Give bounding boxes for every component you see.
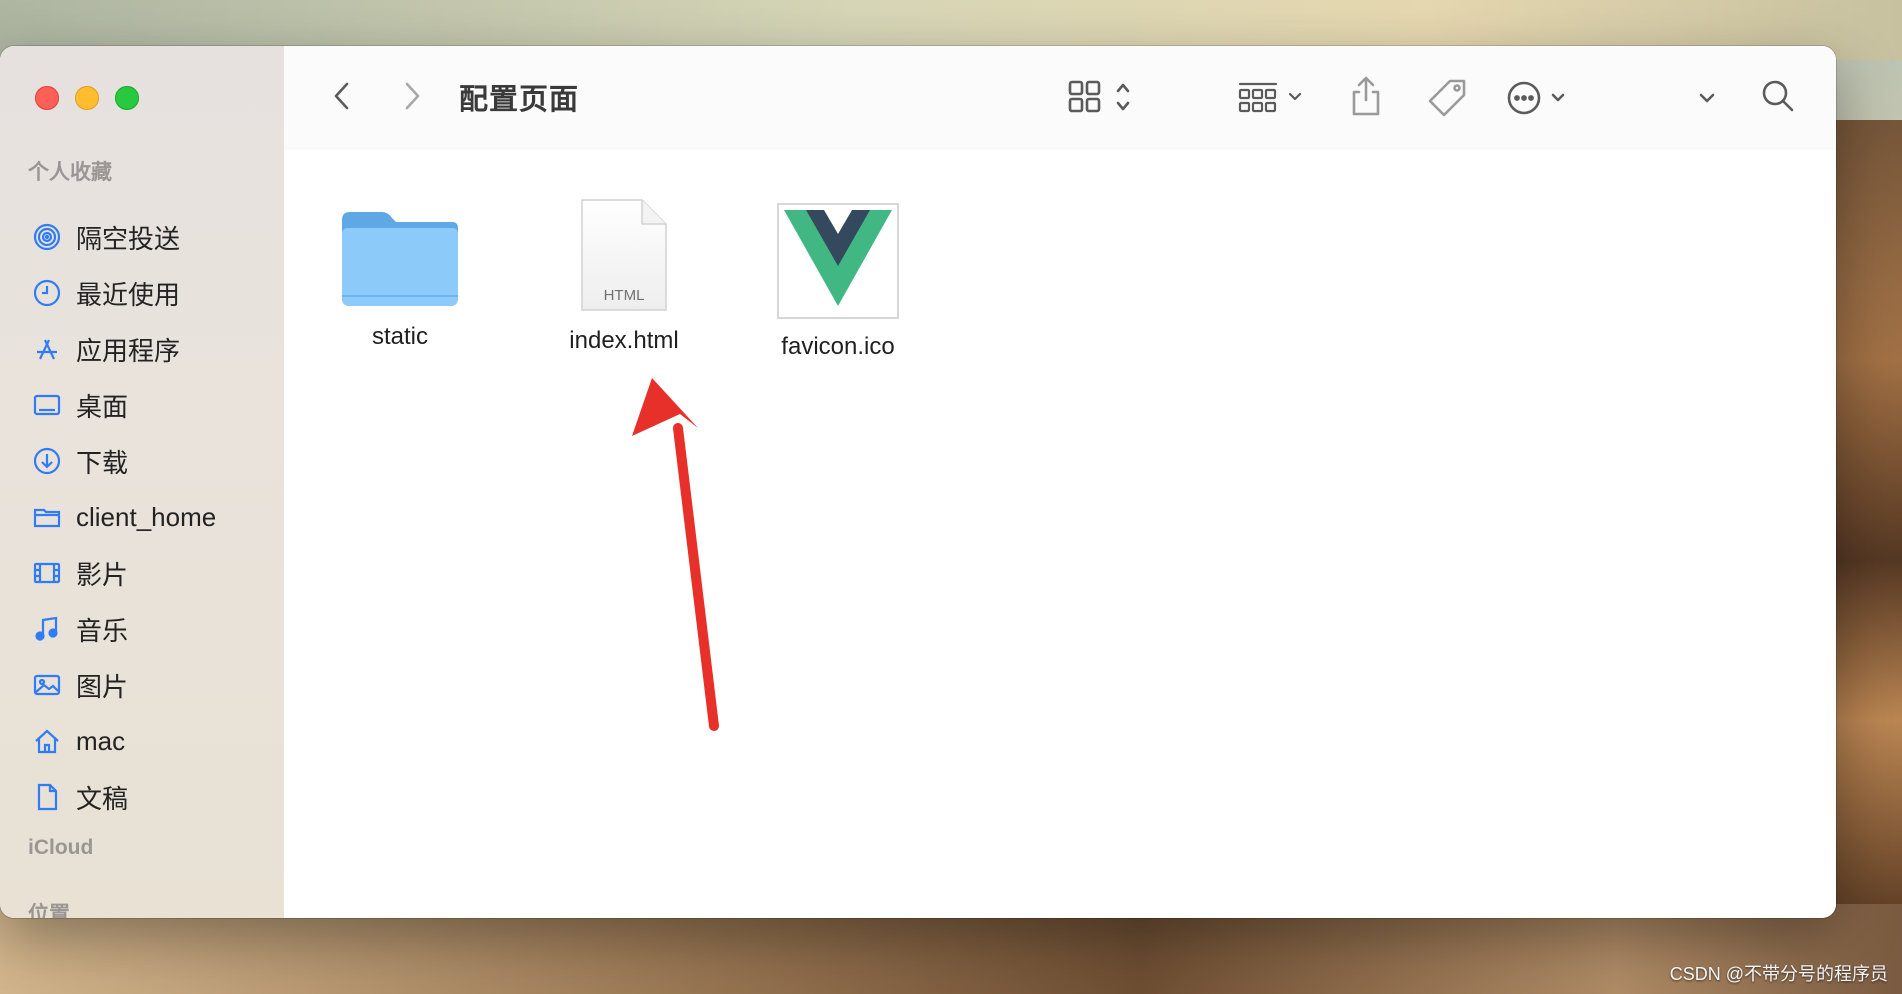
annotation-arrow [632, 378, 719, 731]
watermark: CSDN @不带分号的程序员 [1669, 964, 1888, 984]
